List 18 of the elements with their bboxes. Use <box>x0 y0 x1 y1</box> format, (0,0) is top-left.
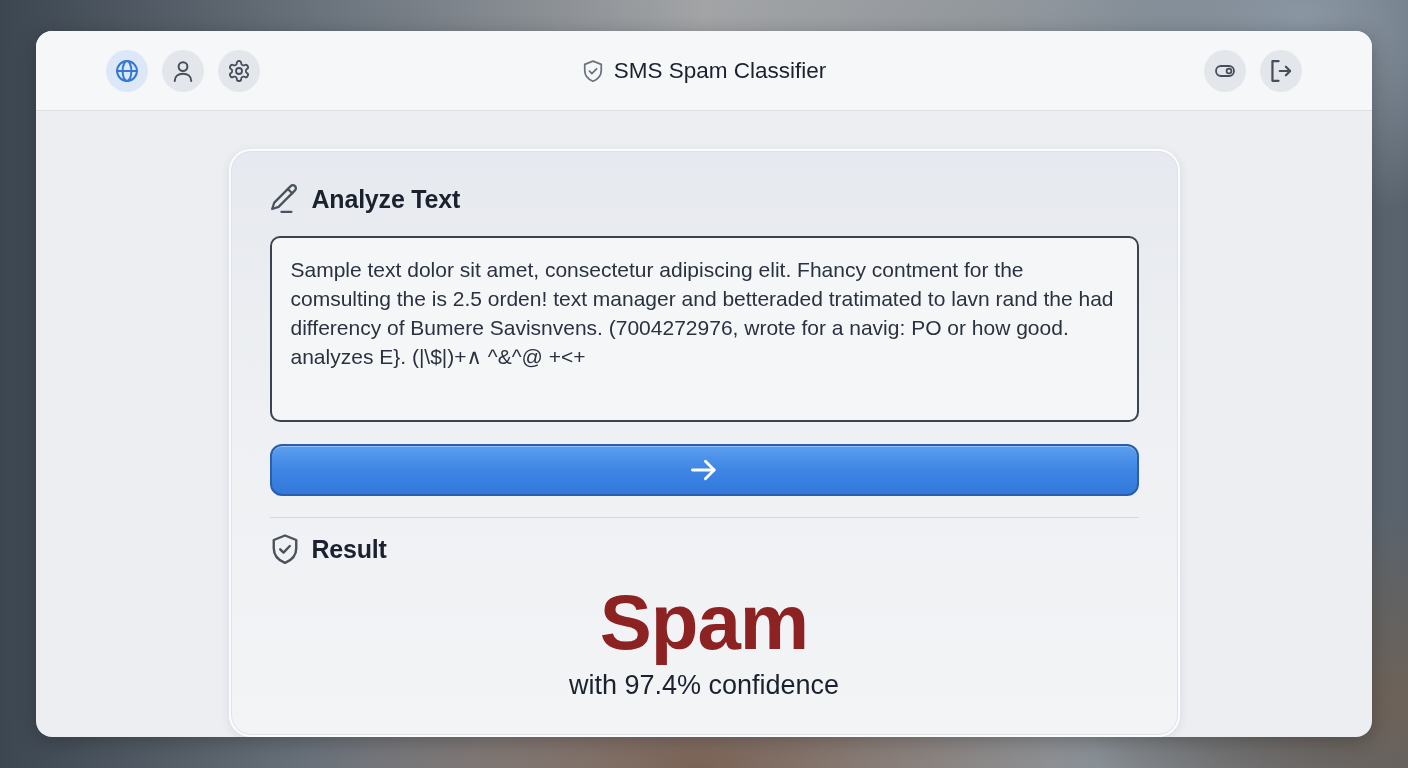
theme-toggle-button[interactable] <box>1204 49 1246 92</box>
settings-button[interactable] <box>218 49 260 92</box>
logout-icon <box>1270 59 1292 82</box>
section-title: Analyze Text <box>311 184 461 214</box>
app-title: SMS Spam Classifier <box>613 57 827 84</box>
analyze-button[interactable] <box>269 444 1139 496</box>
user-icon <box>172 59 194 82</box>
logout-button[interactable] <box>1260 49 1302 92</box>
message-input[interactable]: Sample text dolor sit amet, consectetur adipiscing elit. Fhancy contment for the comsulting the is 2.5 orden! text manager and betteraded tratimated to lavn rand the had differency of Bumere Savisnvens. (7004272976, wrote for a navig: PO or how good. analyzes E}. (|\$|)+∧ ^&^@ +<+ <box>269 236 1139 422</box>
globe-icon <box>116 59 138 82</box>
profile-button[interactable] <box>162 49 204 92</box>
arrow-right-icon <box>691 457 717 483</box>
pencil-icon <box>269 184 300 214</box>
settings-icon <box>228 59 250 82</box>
shield-check-icon <box>581 59 604 82</box>
confidence-text: with 97.4% confidence <box>568 669 840 701</box>
globe-button[interactable] <box>106 49 148 92</box>
section-title: Result <box>311 534 387 564</box>
